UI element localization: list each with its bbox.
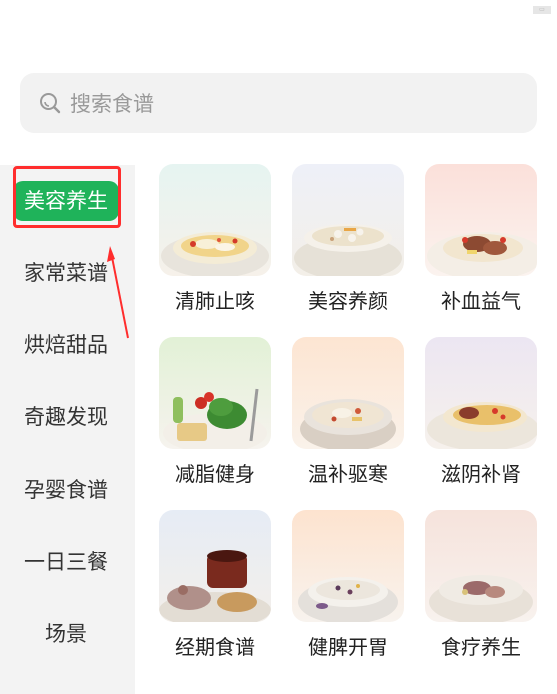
recipe-card-meirong[interactable]: 美容养颜 xyxy=(292,164,404,314)
recipe-card-jianpi[interactable]: 健脾开胃 xyxy=(292,510,404,660)
plate-of-meat-soup-image xyxy=(425,164,537,276)
clay-pot-soup-image xyxy=(292,337,404,449)
grain-porridge-image xyxy=(292,510,404,622)
herbal-drink-image xyxy=(159,510,271,622)
bowl-of-pear-soup-image xyxy=(159,164,271,276)
sidebar-item-pregnancy-baby[interactable]: 孕婴食谱 xyxy=(0,470,132,510)
annotation-highlight-box xyxy=(13,166,121,228)
clear-broth-soup-image xyxy=(425,337,537,449)
recipe-label: 美容养颜 xyxy=(308,289,388,313)
recipe-label: 滋阴补肾 xyxy=(441,462,521,486)
recipe-label: 经期食谱 xyxy=(175,635,255,659)
search-icon xyxy=(38,91,62,115)
annotation-arrow xyxy=(107,246,129,339)
recipe-card-buxue[interactable]: 补血益气 xyxy=(425,164,537,314)
recipe-card-ziyin[interactable]: 滋阴补肾 xyxy=(425,337,537,487)
sidebar-item-fun-discovery[interactable]: 奇趣发现 xyxy=(0,397,132,437)
recipe-label: 食疗养生 xyxy=(441,635,521,659)
sidebar-item-scenes[interactable]: 场景 xyxy=(0,614,132,654)
search-placeholder: 搜索食谱 xyxy=(70,92,154,116)
sidebar-item-three-meals[interactable]: 一日三餐 xyxy=(0,542,132,582)
recipe-card-wenbu[interactable]: 温补驱寒 xyxy=(292,337,404,487)
recipe-label: 清肺止咳 xyxy=(175,289,255,313)
recipe-card-qingfei[interactable]: 清肺止咳 xyxy=(159,164,271,314)
recipe-card-shiliao[interactable]: 食疗养生 xyxy=(425,510,537,660)
recipe-card-jianzhi[interactable]: 减脂健身 xyxy=(159,337,271,487)
pork-rib-soup-image xyxy=(425,510,537,622)
recipe-card-jingqi[interactable]: 经期食谱 xyxy=(159,510,271,660)
recipe-label: 减脂健身 xyxy=(175,462,255,486)
salad-plate-image xyxy=(159,337,271,449)
recipe-label: 温补驱寒 xyxy=(308,462,388,486)
watermark-badge: ▭ xyxy=(533,6,551,14)
recipe-label: 补血益气 xyxy=(441,289,521,313)
recipe-label: 健脾开胃 xyxy=(308,635,388,659)
bowl-of-dessert-soup-image xyxy=(292,164,404,276)
search-bar[interactable]: 搜索食谱 xyxy=(20,73,537,133)
